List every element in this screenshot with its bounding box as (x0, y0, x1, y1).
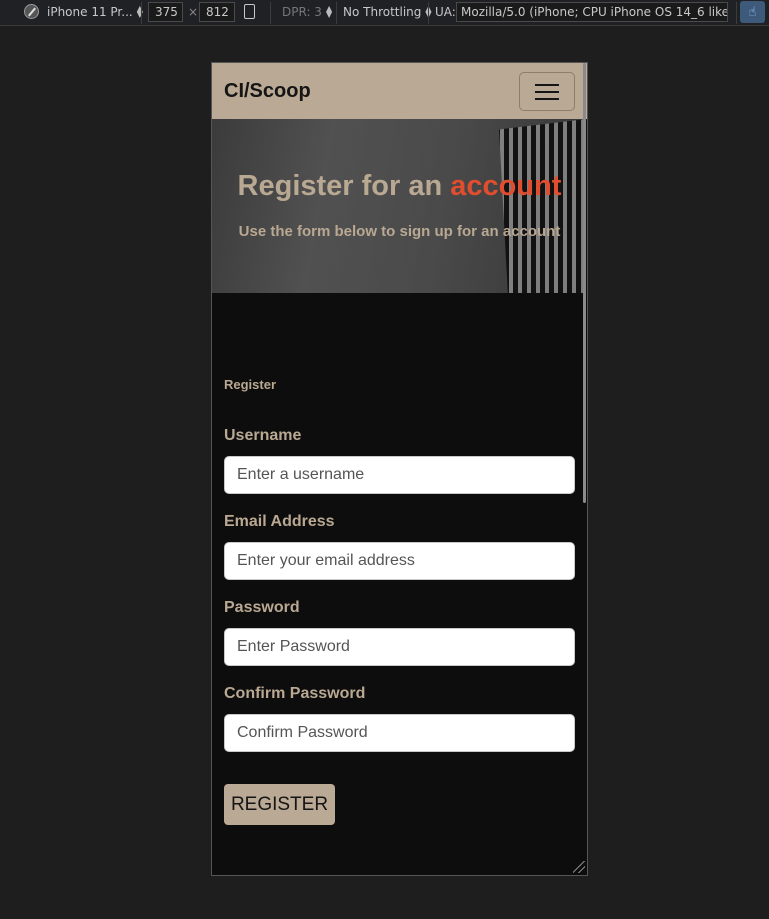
register-form: Register Username Email Address Password… (212, 293, 587, 875)
throttling-label: No Throttling (343, 5, 422, 19)
device-viewport: CI/Scoop Register for an account Use the… (211, 62, 588, 876)
rotate-icon[interactable] (244, 4, 255, 19)
page-subtitle: Use the form below to sign up for an acc… (238, 223, 561, 240)
email-label: Email Address (224, 513, 335, 530)
device-select[interactable]: iPhone 11 Pr... ▲ ▼ (47, 0, 143, 24)
ua-label: UA: (435, 5, 456, 19)
page-title: Register for an account (212, 170, 587, 203)
device-name: iPhone 11 Pr... (47, 5, 133, 19)
height-input[interactable]: 812 (199, 2, 235, 22)
hamburger-icon[interactable] (519, 72, 575, 111)
divider (141, 2, 142, 24)
user-agent-input[interactable]: Mozilla/5.0 (iPhone; CPU iPhone OS 14_6 … (456, 2, 728, 22)
register-button[interactable]: REGISTER (224, 784, 335, 825)
resize-handle-icon[interactable] (573, 861, 585, 873)
divider (336, 2, 337, 24)
title-accent: account (450, 170, 562, 202)
form-heading: Register (224, 377, 277, 392)
width-input[interactable]: 375 (148, 2, 183, 22)
divider (270, 2, 271, 24)
chevron-updown-icon: ▲▼ (325, 4, 333, 19)
building-image (499, 119, 587, 293)
divider (736, 2, 737, 24)
throttling-select[interactable]: No Throttling▲▼ (343, 0, 432, 24)
divider (428, 2, 429, 24)
devtools-toolbar: iPhone 11 Pr... ▲ ▼ 375 × 812 DPR: 3 ▲ ▼ No … (0, 0, 769, 26)
dimension-times: × (188, 5, 199, 19)
password-label: Password (224, 599, 300, 616)
dpr-select[interactable]: DPR: 3 ▲ ▼ (282, 0, 332, 24)
scrollbar[interactable] (583, 63, 586, 503)
navbar: CI/Scoop (212, 63, 587, 119)
touch-icon[interactable]: ☝ (740, 1, 765, 23)
confirm-password-label: Confirm Password (224, 685, 366, 702)
confirm-password-input[interactable] (224, 714, 575, 752)
brand-logo[interactable]: CI/Scoop (224, 80, 311, 103)
title-prefix: Register for an (237, 170, 443, 202)
username-label: Username (224, 427, 302, 444)
email-input[interactable] (224, 542, 575, 580)
username-input[interactable] (224, 456, 575, 494)
compass-icon[interactable] (24, 4, 39, 19)
password-input[interactable] (224, 628, 575, 666)
hero-banner: Register for an account Use the form bel… (212, 119, 587, 293)
dpr-label: DPR: 3 (282, 5, 322, 19)
